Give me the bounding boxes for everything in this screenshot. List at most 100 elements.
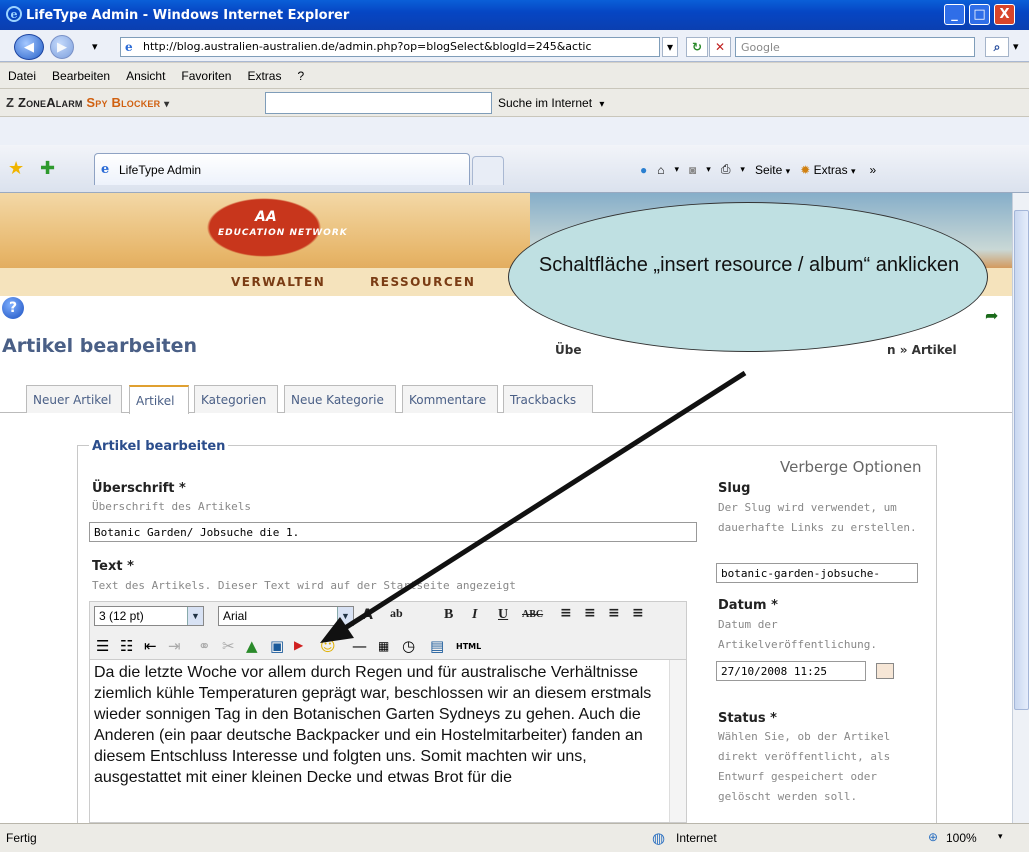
- underline-button[interactable]: U: [498, 607, 508, 623]
- numbered-list-icon[interactable]: ☷: [120, 637, 133, 655]
- go-arrow-icon[interactable]: ➦: [985, 306, 998, 325]
- close-window-button[interactable]: X: [994, 4, 1015, 25]
- zonealarm-search-button[interactable]: Suche im Internet ▾: [498, 96, 604, 110]
- emoticon-icon[interactable]: ☺: [320, 637, 336, 655]
- align-justify-icon[interactable]: ≡: [632, 605, 644, 621]
- zonealarm-product: Spy Blocker: [86, 95, 161, 110]
- zonealarm-z-glyph: Z: [6, 95, 15, 110]
- align-left-icon[interactable]: ≡: [560, 605, 572, 621]
- page-menu-button[interactable]: Seite ▾: [755, 163, 790, 177]
- home-dropdown-icon[interactable]: ▾: [675, 164, 680, 175]
- tab-artikel[interactable]: Artikel: [129, 385, 189, 414]
- search-input[interactable]: Google: [735, 37, 975, 57]
- insert-image-icon[interactable]: ▲: [246, 637, 258, 655]
- browser-tab-lifetype[interactable]: e LifeType Admin: [94, 153, 470, 185]
- breadcrumb-start[interactable]: Übe: [555, 343, 581, 357]
- highlight-color-icon[interactable]: ab: [390, 606, 403, 621]
- link-icon[interactable]: ⚭: [198, 637, 211, 655]
- editor-scrollbar[interactable]: [669, 660, 686, 822]
- editor-toolbar-row1: 3 (12 pt) ▼ Arial ▼ A ab B I U ABC ≡ ≡ ≡ ≡: [89, 601, 687, 629]
- align-center-icon[interactable]: ≡: [584, 605, 596, 621]
- article-text-editor[interactable]: Da die letzte Woche vor allem durch Rege…: [89, 659, 687, 823]
- zoom-icon: ⊕: [928, 830, 939, 844]
- refresh-button[interactable]: ↻: [686, 37, 708, 57]
- url-dropdown-icon[interactable]: ▾: [662, 37, 678, 57]
- italic-button[interactable]: I: [472, 607, 477, 623]
- minimize-button[interactable]: _: [944, 4, 965, 25]
- forward-button[interactable]: ▶: [50, 35, 74, 59]
- statusbar: Fertig ◍ Internet ⊕ 100% ▾: [0, 823, 1029, 852]
- bullet-list-icon[interactable]: ☰: [96, 637, 109, 655]
- favorites-star-icon[interactable]: ★: [8, 158, 24, 179]
- align-right-icon[interactable]: ≡: [608, 605, 620, 621]
- html-source-button[interactable]: HTML: [456, 642, 481, 651]
- menu-extras[interactable]: Extras: [247, 69, 281, 83]
- heading-hint: Überschrift des Artikels: [92, 500, 251, 513]
- horizontal-rule-icon[interactable]: —: [352, 637, 367, 655]
- print-dropdown-icon[interactable]: ▾: [740, 164, 745, 175]
- slug-input[interactable]: botanic-garden-jobsuche-: [716, 563, 918, 583]
- connect-icon[interactable]: ●: [640, 163, 647, 177]
- home-icon[interactable]: ⌂: [657, 163, 664, 177]
- back-button[interactable]: ◀: [14, 34, 44, 60]
- menu-bearbeiten[interactable]: Bearbeiten: [52, 69, 110, 83]
- text-label: Text *: [92, 559, 134, 574]
- help-icon[interactable]: ?: [2, 297, 24, 319]
- toolbar-overflow-icon[interactable]: »: [869, 163, 876, 177]
- extras-menu-button[interactable]: ✹ Extras ▾: [800, 163, 855, 177]
- new-tab-button[interactable]: [472, 156, 504, 185]
- scrollbar-thumb[interactable]: [1014, 210, 1029, 710]
- globe-icon: ◍: [652, 830, 666, 847]
- history-dropdown-icon[interactable]: ▾: [92, 40, 98, 53]
- outdent-icon[interactable]: ⇤: [144, 637, 157, 655]
- maximize-button[interactable]: □: [969, 4, 990, 25]
- nav-ressourcen[interactable]: RESSOURCEN: [370, 275, 475, 289]
- tab-trackbacks[interactable]: Trackbacks: [503, 385, 593, 413]
- tab-neuer-artikel[interactable]: Neuer Artikel: [26, 385, 122, 413]
- zonealarm-logo[interactable]: Z ZoneAlarm Spy Blocker ▾: [6, 95, 169, 110]
- unlink-icon[interactable]: ✂: [222, 637, 235, 655]
- search-icon[interactable]: ⌕: [985, 37, 1009, 57]
- date-hint: Datum der Artikelveröffentlichung.: [718, 618, 877, 651]
- menu-favoriten[interactable]: Favoriten: [181, 69, 231, 83]
- font-face-select[interactable]: Arial ▼: [218, 606, 354, 626]
- print-icon[interactable]: ⎙: [721, 162, 731, 177]
- search-options-icon[interactable]: ▾: [1013, 40, 1019, 53]
- date-input[interactable]: 27/10/2008 11:25: [716, 661, 866, 681]
- stop-button[interactable]: ✕: [709, 37, 731, 57]
- zoom-dropdown-icon[interactable]: ▾: [998, 831, 1003, 842]
- insert-time-icon[interactable]: ◷: [402, 637, 415, 655]
- hide-options-link[interactable]: Verberge Optionen: [780, 458, 921, 476]
- page-scrollbar[interactable]: [1012, 193, 1029, 823]
- breadcrumb-end[interactable]: n » Artikel: [887, 343, 957, 357]
- font-color-icon[interactable]: A: [362, 607, 373, 623]
- insert-resource-album-icon[interactable]: ▣: [270, 637, 284, 655]
- calendar-icon[interactable]: [876, 663, 894, 679]
- insert-date-icon[interactable]: ▦: [378, 639, 389, 653]
- bold-button[interactable]: B: [444, 607, 453, 623]
- feeds-dropdown-icon[interactable]: ▾: [706, 164, 711, 175]
- menu-datei[interactable]: Datei: [8, 69, 36, 83]
- fullscreen-icon[interactable]: ▤: [430, 637, 444, 655]
- logo-education-network: EDUCATION NETWORK: [218, 228, 348, 238]
- zonealarm-search-input[interactable]: [265, 92, 492, 114]
- heading-input[interactable]: Botanic Garden/ Jobsuche die 1.: [89, 522, 697, 542]
- tab-neue-kategorie[interactable]: Neue Kategorie: [284, 385, 396, 413]
- strikethrough-button[interactable]: ABC: [522, 609, 543, 620]
- font-size-select[interactable]: 3 (12 pt) ▼: [94, 606, 204, 626]
- tab-kategorien[interactable]: Kategorien: [194, 385, 278, 413]
- zoom-level[interactable]: 100%: [946, 831, 977, 845]
- zonealarm-dropdown-icon[interactable]: ▾: [164, 99, 169, 110]
- tab-kommentare[interactable]: Kommentare: [402, 385, 498, 413]
- date-label: Datum *: [718, 598, 778, 613]
- zonealarm-brand: ZoneAlarm: [17, 95, 83, 110]
- zonealarm-search-dropdown-icon: ▾: [599, 99, 605, 110]
- feeds-icon[interactable]: ◙: [689, 163, 696, 177]
- menu-help[interactable]: ?: [297, 69, 304, 83]
- youtube-icon[interactable]: ▶: [294, 638, 303, 652]
- nav-verwalten[interactable]: VERWALTEN: [231, 275, 325, 289]
- indent-icon[interactable]: ⇥: [168, 637, 181, 655]
- url-input[interactable]: e http://blog.australien-australien.de/a…: [120, 37, 660, 57]
- add-favorite-icon[interactable]: ✚: [40, 158, 55, 179]
- menu-ansicht[interactable]: Ansicht: [126, 69, 165, 83]
